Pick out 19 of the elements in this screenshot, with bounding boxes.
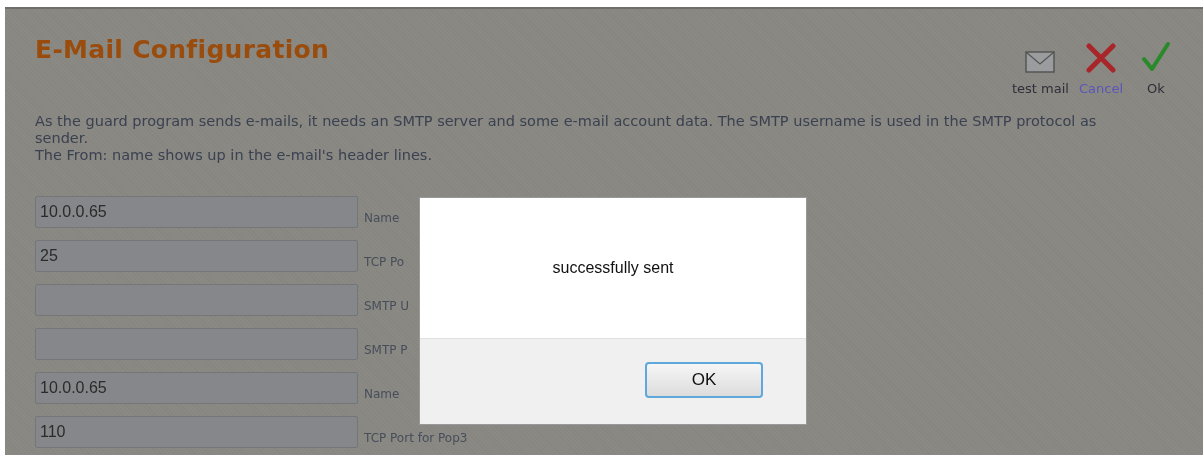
field-label: Name xyxy=(364,385,400,403)
description-text: As the guard program sends e-mails, it needs an SMTP server and some e-mail account data. The SMTP username is used in the SMTP protocol as sender. The From: name shows up in the e-mail's header lines. xyxy=(35,112,1098,164)
input-field[interactable]: 10.0.0.65 xyxy=(35,195,358,228)
ok-button[interactable]: OK xyxy=(645,362,763,398)
field-label: TCP Port for Pop3 xyxy=(364,429,468,447)
input-field[interactable]: 10.0.0.65 xyxy=(35,371,358,404)
ok-link[interactable]: Ok xyxy=(1141,41,1171,99)
field-label: SMTP P xyxy=(364,341,408,359)
field-label: TCP Po xyxy=(364,253,405,271)
check-icon xyxy=(1142,42,1170,71)
input-field[interactable]: 110 xyxy=(35,415,358,448)
dialog-message: successfully sent xyxy=(552,258,674,278)
page-title: E-Mail Configuration xyxy=(35,35,330,65)
input-field[interactable]: 25 xyxy=(35,239,358,272)
test-mail-button[interactable]: test mail xyxy=(1012,51,1069,99)
mail-icon xyxy=(1025,51,1056,73)
close-icon xyxy=(1086,43,1116,73)
field-label: Name xyxy=(364,209,400,227)
field-label: SMTP U xyxy=(364,297,410,315)
